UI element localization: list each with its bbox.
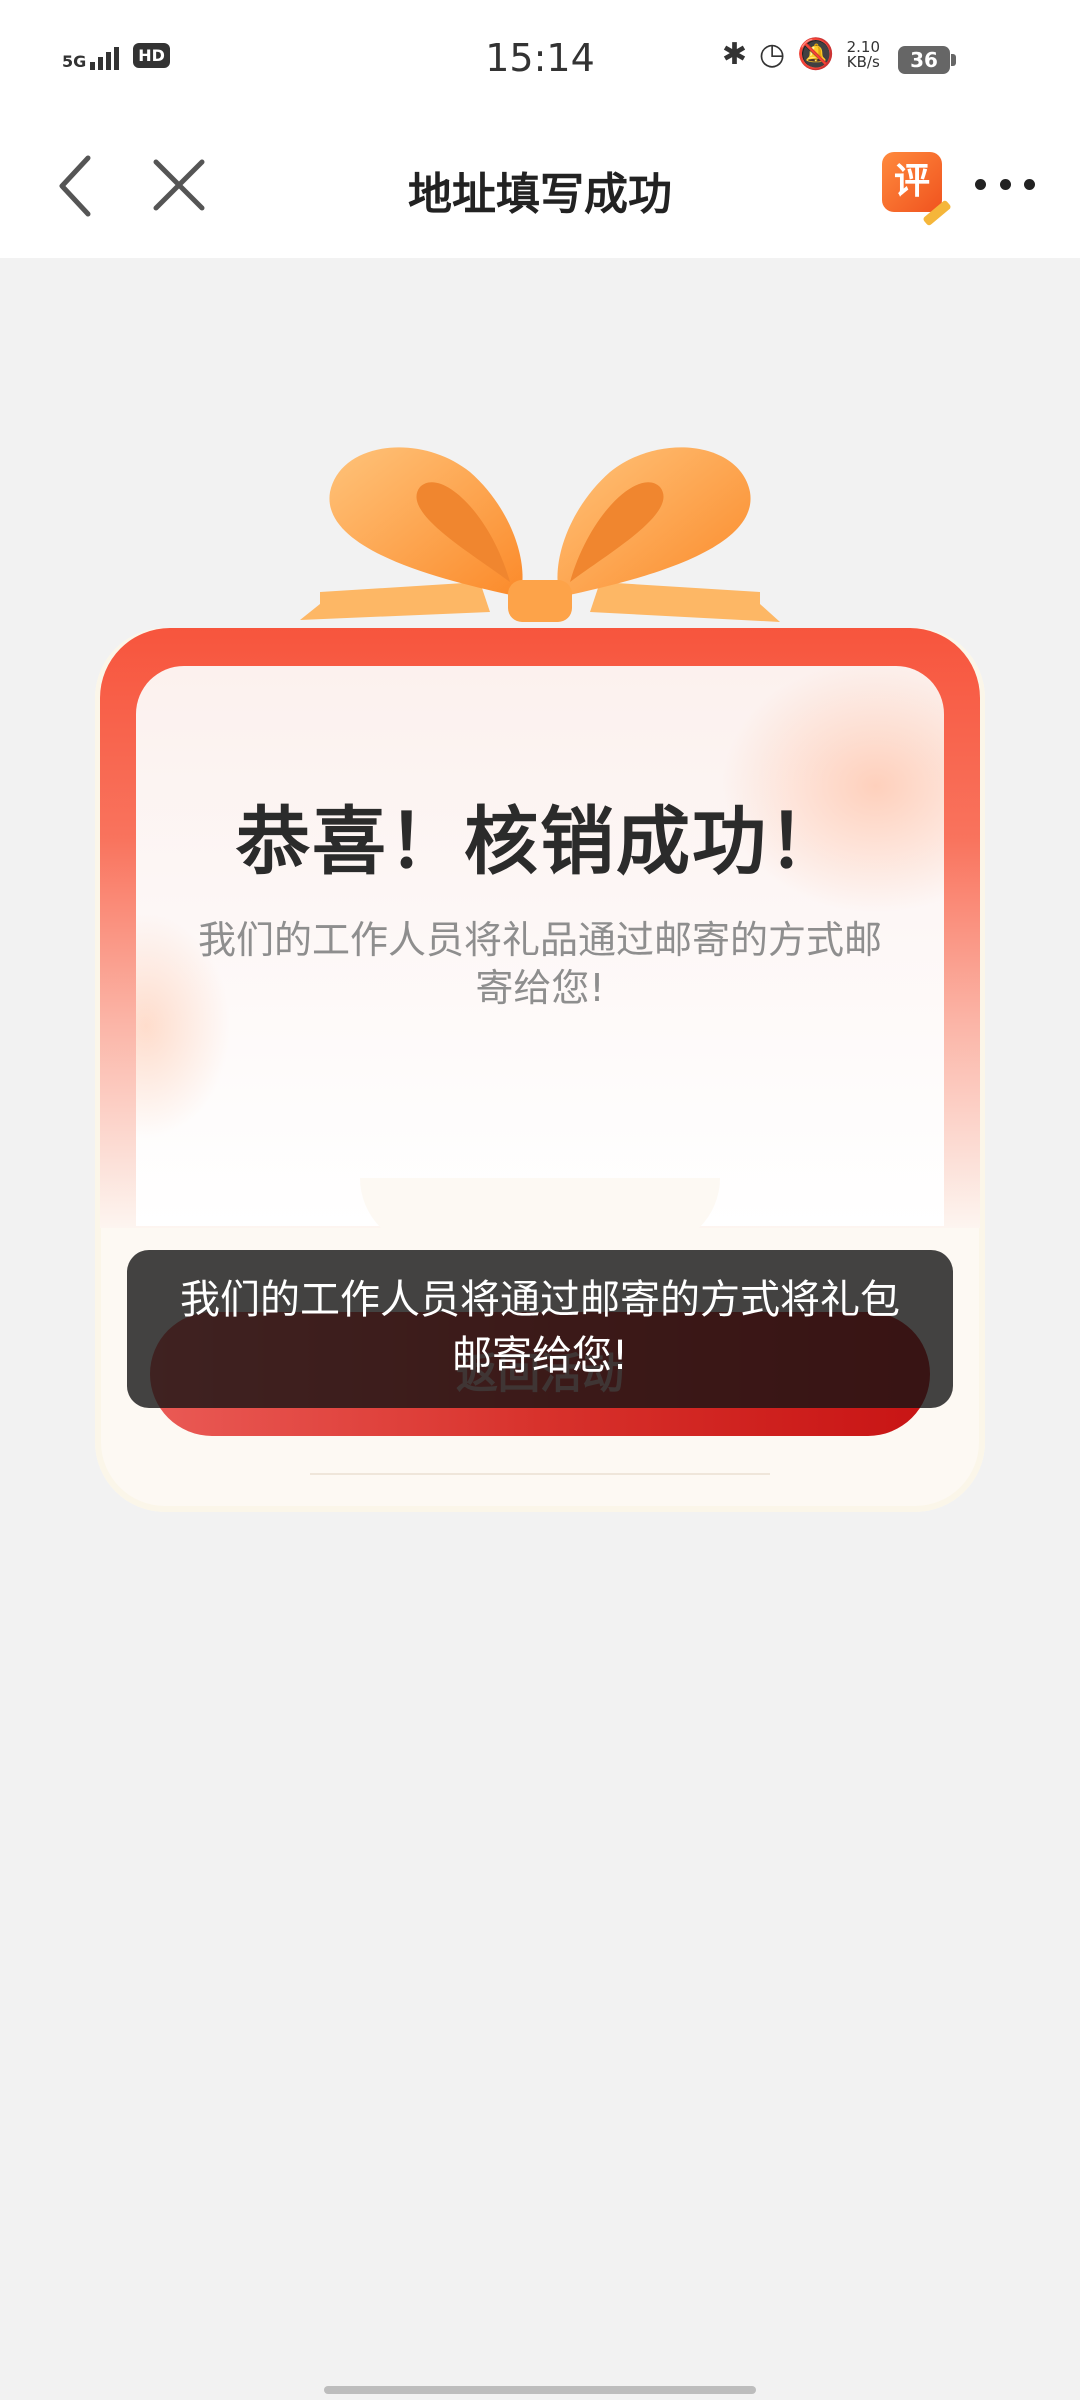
status-right: ✱ ◷ 🔕 2.10 KB/s [722,40,880,70]
net-speed: 2.10 KB/s [846,38,880,71]
nav-bar: 地址填写成功 评 [0,124,1080,258]
success-title: 恭喜！核销成功！ [236,799,844,885]
more-options-icon[interactable] [975,164,1035,204]
status-bar: 5G HD 15:14 ✱ ◷ 🔕 2.10 KB/s 36 [0,0,1080,124]
bluetooth-icon: ✱ [721,37,748,72]
toast-message: 我们的工作人员将通过邮寄的方式将礼包邮寄给您! [127,1250,953,1408]
review-icon[interactable]: 评 [882,152,952,227]
battery-level: 36 [898,46,950,74]
success-description: 我们的工作人员将礼品通过邮寄的方式邮寄给您! [197,918,882,1010]
gift-card-notch [360,1178,720,1248]
review-label: 评 [893,161,930,202]
mute-icon: 🔕 [797,37,835,72]
divider [310,1473,770,1475]
alarm-icon: ◷ [759,37,786,72]
home-indicator[interactable] [324,2386,756,2394]
ribbon-bow-icon [300,447,780,622]
